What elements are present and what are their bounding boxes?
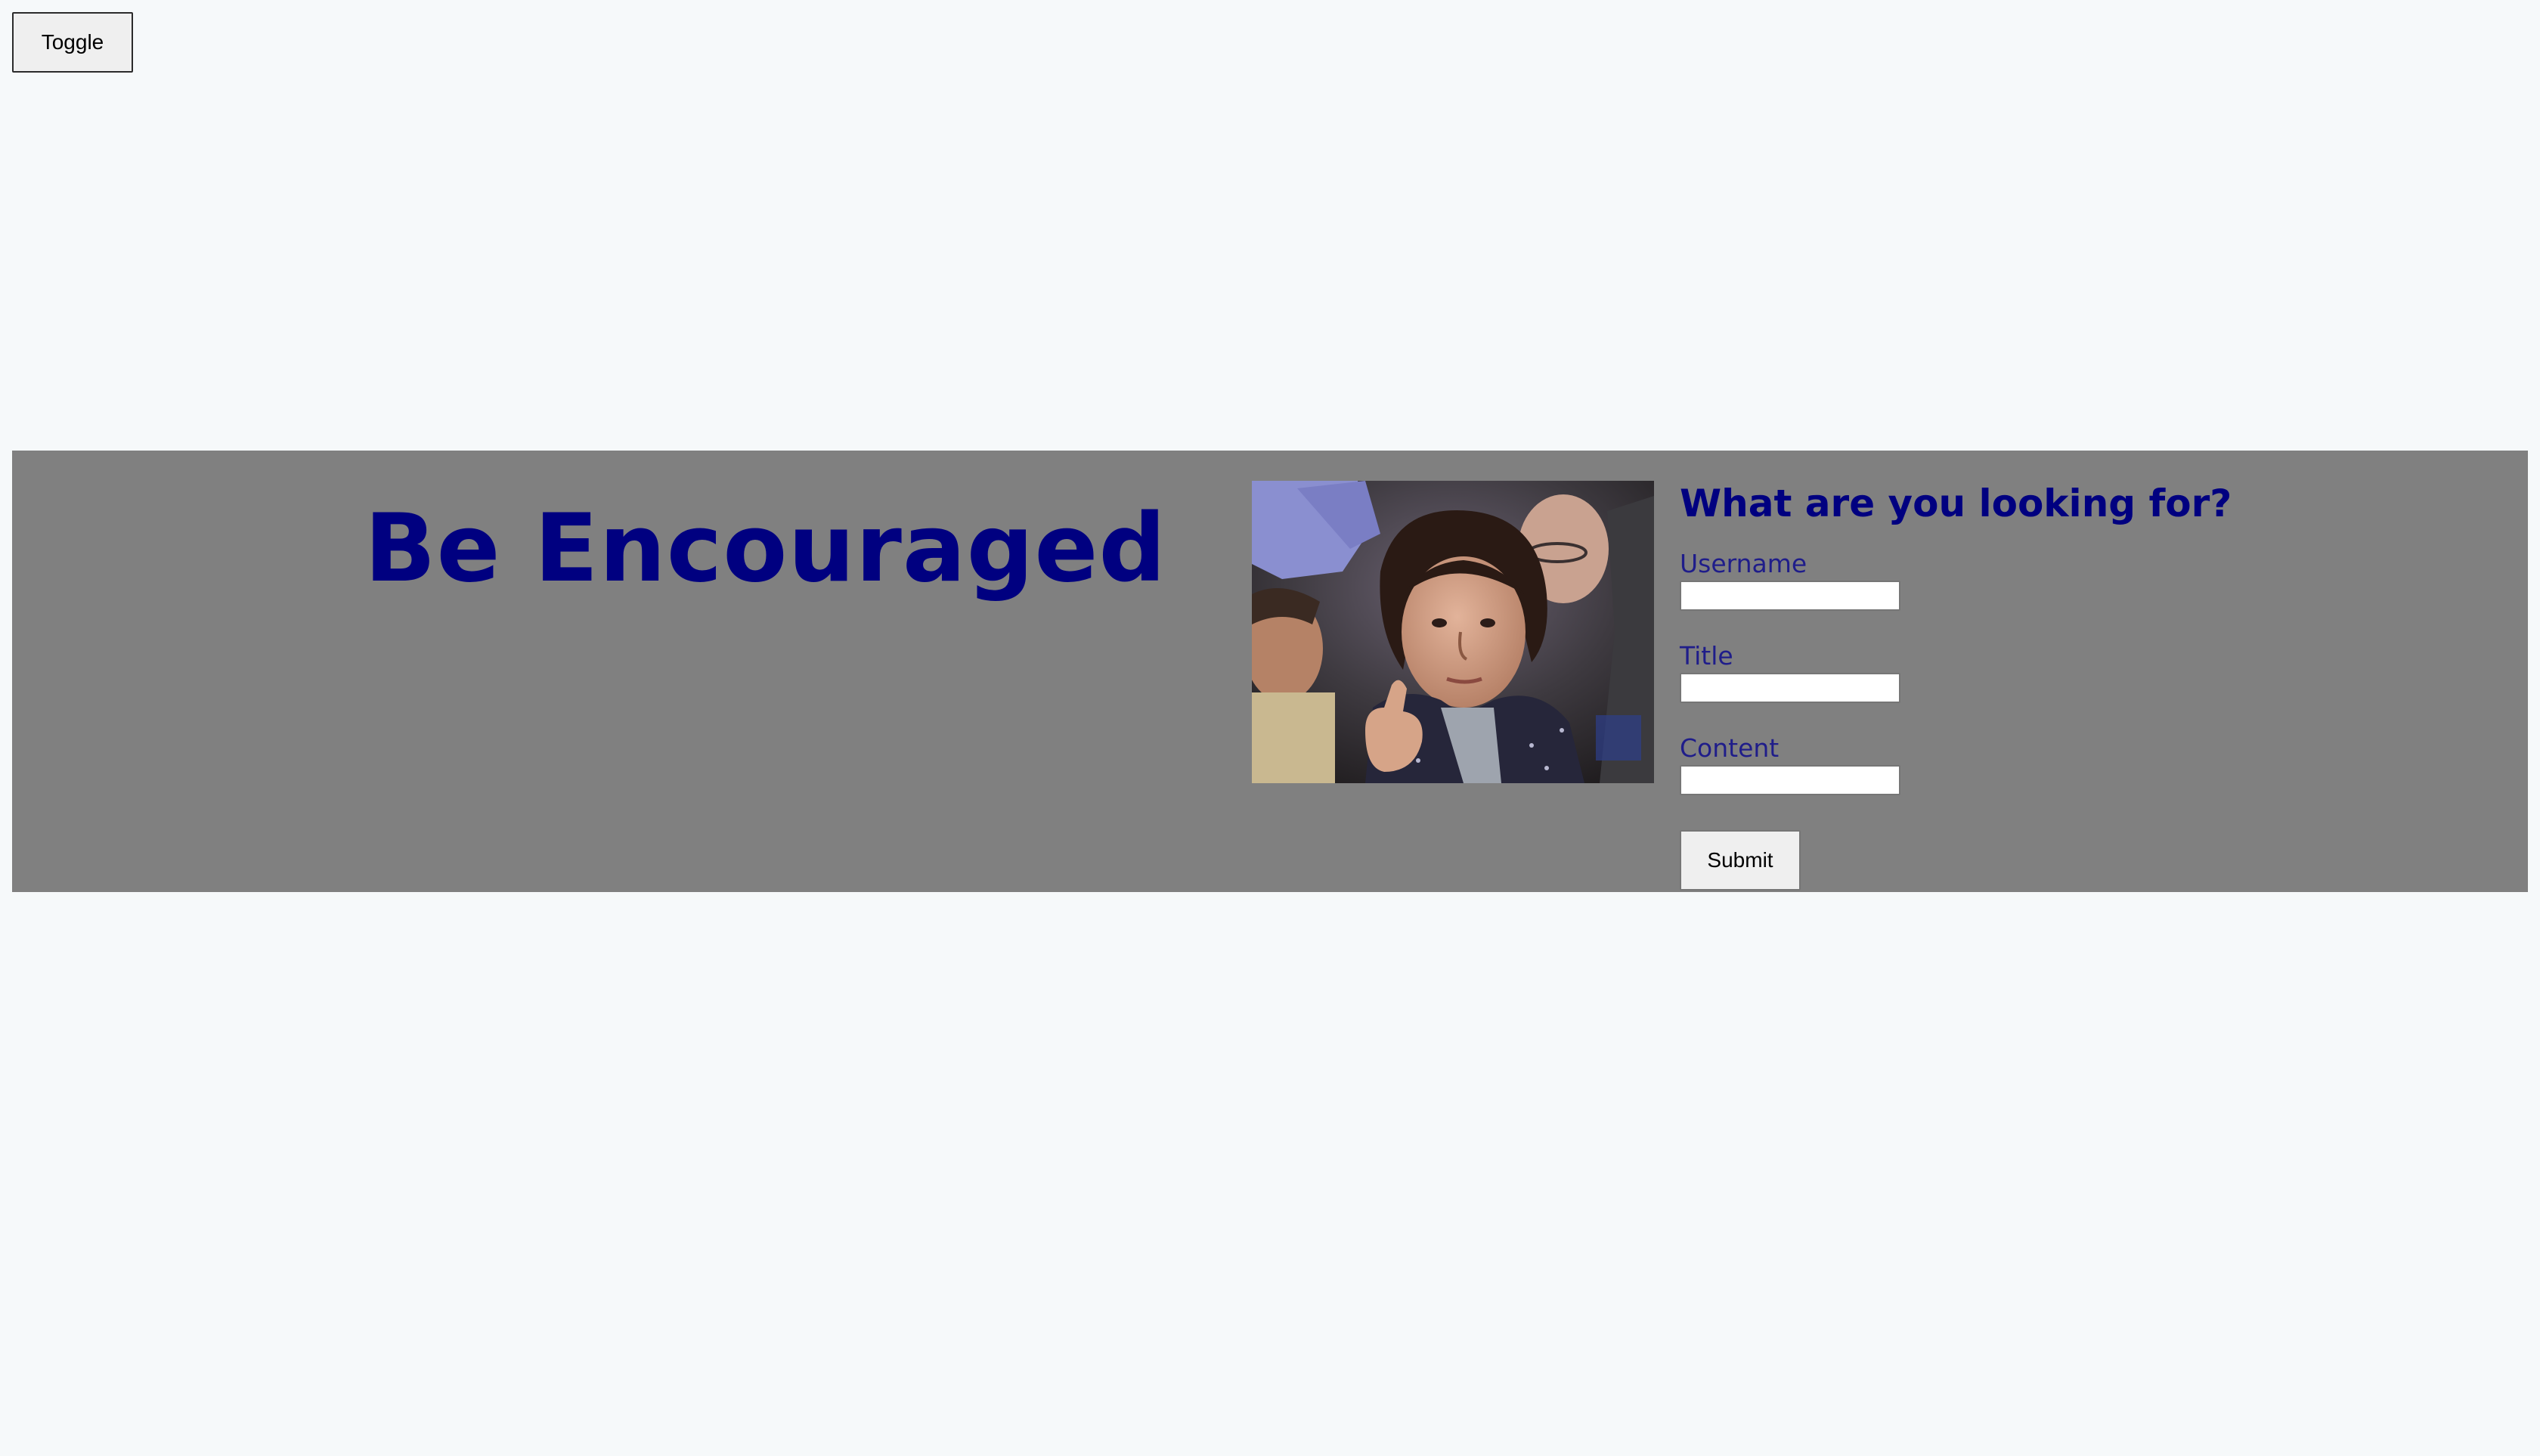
username-label: Username (1680, 549, 1807, 578)
content-label: Content (1680, 733, 1780, 763)
form-heading: What are you looking for? (1680, 482, 2232, 525)
title-field-group: Title (1680, 641, 1900, 703)
content-field-group: Content (1680, 733, 1900, 795)
hero-banner: Be Encouraged What are you looking for? … (12, 451, 2528, 892)
username-field-group: Username (1680, 549, 1900, 611)
title-label: Title (1680, 641, 1733, 671)
search-form: What are you looking for? Username Title… (1680, 478, 2436, 891)
toggle-button[interactable]: Toggle (12, 12, 133, 73)
title-input[interactable] (1680, 673, 1900, 703)
hero-image (1252, 481, 1654, 783)
content-input[interactable] (1680, 765, 1900, 795)
submit-button[interactable]: Submit (1680, 830, 1801, 891)
username-input[interactable] (1680, 581, 1900, 611)
hero-title: Be Encouraged (364, 494, 1167, 603)
